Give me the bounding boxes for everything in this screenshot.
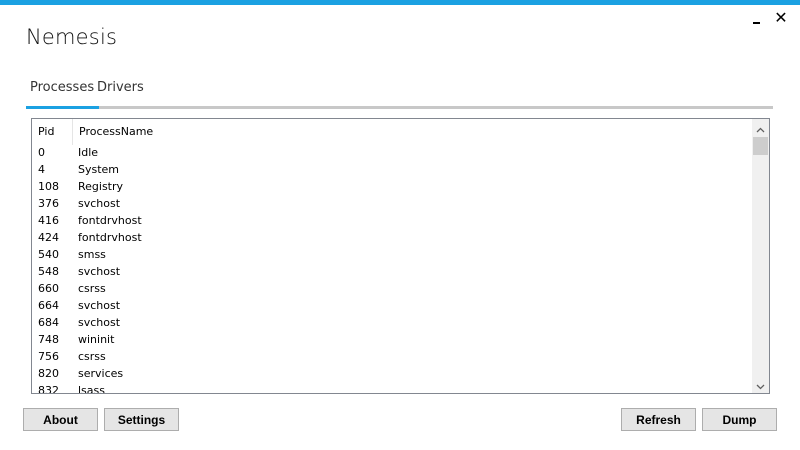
scroll-up-button[interactable] — [752, 119, 769, 136]
table-row[interactable]: 4 System — [32, 163, 750, 180]
cell-process-name: services — [78, 367, 124, 380]
close-icon: ✕ — [774, 7, 788, 27]
cell-process-name: svchost — [78, 265, 121, 278]
cell-pid: 540 — [38, 248, 59, 261]
table-row[interactable]: 756 csrss — [32, 350, 750, 367]
cell-pid: 0 — [38, 146, 45, 159]
table-row[interactable]: 548 svchost — [32, 265, 750, 282]
dump-button[interactable]: Dump — [702, 408, 777, 431]
settings-button[interactable]: Settings — [104, 408, 179, 431]
table-row[interactable]: 660 csrss — [32, 282, 750, 299]
app-window: Nemesis ✕ Processes Drivers Pid ProcessN… — [0, 0, 800, 450]
table-row[interactable]: 748 wininit — [32, 333, 750, 350]
cell-pid: 376 — [38, 197, 59, 210]
cell-process-name: Idle — [78, 146, 99, 159]
minimize-icon — [752, 22, 760, 24]
cell-process-name: svchost — [78, 316, 121, 329]
cell-pid: 660 — [38, 282, 59, 295]
cell-process-name: csrss — [78, 282, 106, 295]
table-row[interactable]: 424 fontdrvhost — [32, 231, 750, 248]
tab-drivers[interactable]: Drivers — [97, 79, 144, 106]
tab-processes[interactable]: Processes — [26, 79, 99, 109]
table-row[interactable]: 832 lsass — [32, 384, 750, 394]
minimize-button[interactable] — [744, 7, 768, 27]
cell-pid: 416 — [38, 214, 59, 227]
cell-pid: 820 — [38, 367, 59, 380]
refresh-button[interactable]: Refresh — [621, 408, 696, 431]
scroll-thumb[interactable] — [753, 137, 768, 155]
cell-process-name: svchost — [78, 299, 121, 312]
column-header-pid[interactable]: Pid — [32, 119, 71, 145]
cell-process-name: svchost — [78, 197, 121, 210]
cell-pid: 756 — [38, 350, 59, 363]
scroll-down-button[interactable] — [752, 376, 769, 393]
table-row[interactable]: 0 Idle — [32, 146, 750, 163]
table-row[interactable]: 820 services — [32, 367, 750, 384]
cell-process-name: System — [78, 163, 120, 176]
list-header: Pid ProcessName — [32, 119, 750, 145]
cell-pid: 108 — [38, 180, 59, 193]
table-row[interactable]: 540 smss — [32, 248, 750, 265]
table-row[interactable]: 684 svchost — [32, 316, 750, 333]
table-row[interactable]: 416 fontdrvhost — [32, 214, 750, 231]
table-row[interactable]: 664 svchost — [32, 299, 750, 316]
cell-process-name: Registry — [78, 180, 124, 193]
cell-pid: 684 — [38, 316, 59, 329]
cell-pid: 832 — [38, 384, 59, 394]
cell-pid: 4 — [38, 163, 45, 176]
cell-process-name: fontdrvhost — [78, 214, 142, 227]
cell-pid: 548 — [38, 265, 59, 278]
tab-bar: Processes Drivers — [26, 79, 773, 109]
column-header-processname[interactable]: ProcessName — [72, 119, 679, 145]
cell-process-name: lsass — [78, 384, 105, 394]
chevron-up-icon — [756, 119, 765, 137]
table-row[interactable]: 108 Registry — [32, 180, 750, 197]
about-button[interactable]: About — [23, 408, 98, 431]
cell-process-name: wininit — [78, 333, 115, 346]
cell-pid: 664 — [38, 299, 59, 312]
vertical-scrollbar[interactable] — [752, 119, 769, 393]
cell-pid: 424 — [38, 231, 59, 244]
table-row[interactable]: 376 svchost — [32, 197, 750, 214]
list-rows: 0 Idle 4 System 108 Registry 376 svchost 416 font… — [32, 146, 750, 394]
cell-process-name: csrss — [78, 350, 106, 363]
cell-pid: 748 — [38, 333, 59, 346]
app-title: Nemesis — [26, 25, 118, 49]
process-list[interactable]: Pid ProcessName 0 Idle 4 System 108 Registry 3… — [31, 118, 770, 394]
cell-process-name: smss — [78, 248, 106, 261]
chevron-down-icon — [756, 375, 765, 393]
close-button[interactable]: ✕ — [769, 7, 793, 27]
cell-process-name: fontdrvhost — [78, 231, 142, 244]
